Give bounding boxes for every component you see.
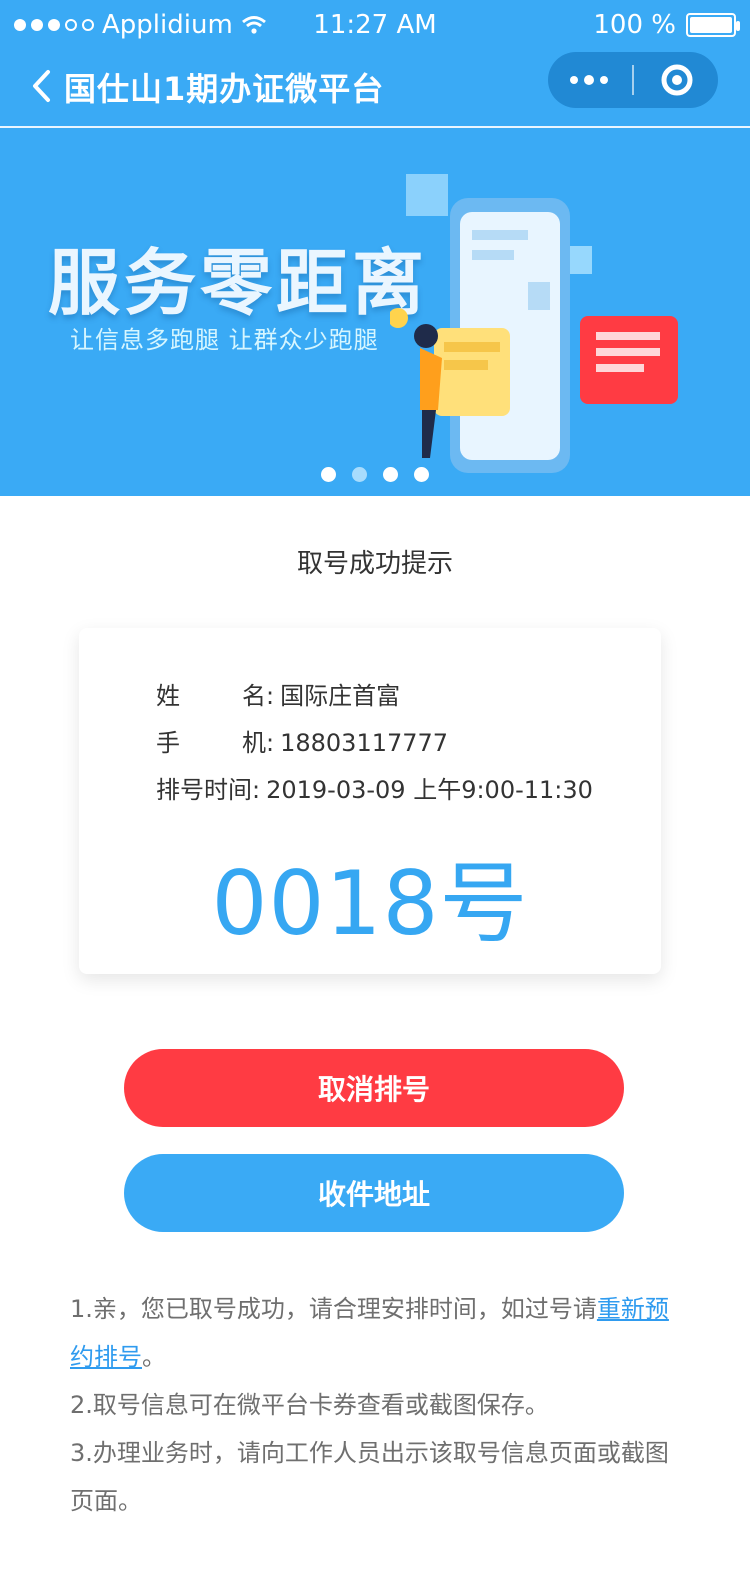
field-label-phone: 手 机 [156,723,266,758]
note-1-text: 1.亲，您已取号成功，请合理安排时间，如过号请 [70,1295,597,1323]
cancel-queue-button[interactable]: 取消排号 [124,1049,624,1127]
mini-program-capsule [548,52,718,108]
delivery-address-button[interactable]: 收件地址 [124,1154,624,1232]
colon: : [252,776,261,804]
promo-banner[interactable]: 服务零距离 让信息多跑腿 让群众少跑腿 [0,128,750,496]
capsule-divider [632,65,634,95]
navigation-bar: 国仕山1期办证微平台 [0,50,750,126]
ticket-number: 0018号 [211,852,529,955]
field-value-name: 国际庄首富 [280,682,401,710]
info-row-name: 姓 名 : 国际庄首富 [156,676,400,711]
label-char-2: 名 [242,682,266,710]
note-1: 1.亲，您已取号成功，请合理安排时间，如过号请重新预约排号。 [70,1285,670,1381]
chevron-left-icon [33,70,50,102]
ticket-card: 姓 名 : 国际庄首富 手 机 : 18803117777 排号时间 : 201… [79,628,661,974]
banner-title: 服务零距离 [48,241,429,325]
status-bar: Applidium 11:27 AM 100 % [0,0,750,50]
page: Applidium 11:27 AM 100 % 国仕山1期办证微平台 服务零距… [0,0,750,1573]
page-title: 国仕山1期办证微平台 [64,70,385,108]
battery-percentage: 100 % [593,10,676,40]
banner-dot[interactable] [414,467,429,482]
note-2: 2.取号信息可在微平台卡券查看或截图保存。 [70,1391,549,1419]
label-char-2: 机 [242,729,266,757]
field-label-time: 排号时间 [156,776,252,804]
field-value-phone: 18803117777 [280,729,449,757]
more-button[interactable] [548,52,630,108]
banner-dot[interactable] [321,467,336,482]
target-ring-icon [661,64,693,96]
info-row-time: 排号时间 : 2019-03-09 上午9:00-11:30 [156,770,593,805]
colon: : [266,682,275,710]
battery-fill [690,17,732,33]
field-value-time: 2019-03-09 上午9:00-11:30 [266,776,593,804]
colon: : [266,729,275,757]
close-mini-program-button[interactable] [636,52,718,108]
section-title: 取号成功提示 [296,549,453,579]
more-dots-icon [570,75,608,85]
banner-pagination [0,467,750,482]
note-1-suffix: 。 [142,1343,166,1371]
notes: 1.亲，您已取号成功，请合理安排时间，如过号请重新预约排号。 2.取号信息可在微… [70,1285,670,1525]
status-right: 100 % [593,10,740,40]
back-button[interactable] [20,60,62,112]
label-char-1: 姓 [156,682,180,710]
note-3: 3.办理业务时，请向工作人员出示该取号信息页面或截图页面。 [70,1439,669,1515]
banner-dot[interactable] [383,467,398,482]
banner-illustration [390,174,678,473]
battery-icon [686,13,740,37]
info-row-phone: 手 机 : 18803117777 [156,723,448,758]
label-char-1: 手 [156,729,180,757]
banner-subtitle: 让信息多跑腿 让群众少跑腿 [70,326,379,354]
field-label-name: 姓 名 [156,676,266,711]
top-app-bar: Applidium 11:27 AM 100 % 国仕山1期办证微平台 [0,0,750,128]
banner-dot-active[interactable] [352,467,367,482]
